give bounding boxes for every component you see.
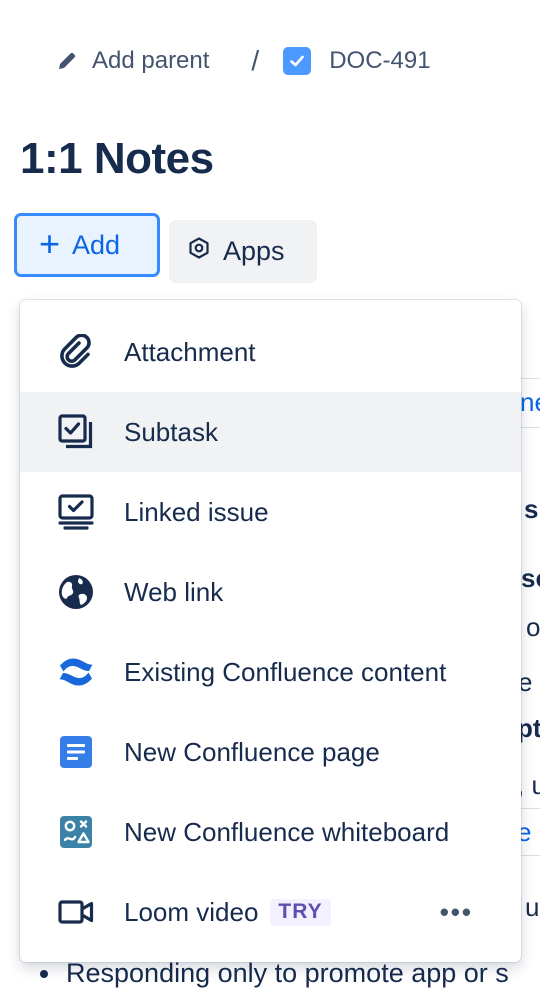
add-parent-label: Add parent [92, 47, 210, 74]
menu-item-label: New Confluence whiteboard [124, 816, 450, 847]
add-dropdown-menu: Attachment Subtask Linked issue Web link… [20, 300, 521, 962]
issue-key: DOC-491 [329, 47, 431, 74]
more-options-button[interactable]: ••• [440, 899, 473, 925]
globe-icon [56, 572, 96, 612]
menu-item-label: New Confluence page [124, 736, 380, 767]
background-text: ui [525, 892, 540, 922]
add-button-label: Add [72, 229, 121, 260]
background-text: so [521, 563, 540, 593]
add-button[interactable]: + Add [14, 213, 160, 277]
try-badge: TRY [270, 898, 331, 926]
apps-button[interactable]: Apps [169, 220, 317, 283]
menu-item-attachment[interactable]: Attachment [20, 312, 521, 392]
menu-item-label: Loom video TRY [124, 897, 331, 928]
subtask-icon [56, 412, 96, 452]
confluence-whiteboard-icon [56, 812, 96, 852]
menu-item-existing-confluence-content[interactable]: Existing Confluence content [20, 632, 521, 712]
paperclip-icon [56, 332, 96, 372]
menu-item-label: Web link [124, 576, 224, 607]
menu-item-new-confluence-page[interactable]: New Confluence page [20, 712, 521, 792]
menu-item-linked-issue[interactable]: Linked issue [20, 472, 521, 552]
background-bullet-item: Responding only to promote app or s [40, 958, 509, 989]
add-parent-link[interactable]: Add parent [56, 47, 209, 75]
video-camera-icon [56, 892, 96, 932]
menu-item-web-link[interactable]: Web link [20, 552, 521, 632]
issue-key-link[interactable]: DOC-491 [283, 47, 431, 75]
apps-icon [187, 236, 223, 267]
bullet-text: Responding only to promote app or s [66, 958, 509, 988]
page-title: 1:1 Notes [20, 134, 214, 183]
pencil-icon [56, 50, 78, 72]
plus-icon: + [39, 222, 61, 264]
breadcrumb: Add parent / DOC-491 [56, 40, 431, 82]
menu-item-loom-video[interactable]: Loom video TRY ••• [20, 872, 521, 952]
menu-item-label: Attachment [124, 336, 256, 367]
menu-item-subtask[interactable]: Subtask [20, 392, 521, 472]
menu-item-label: Subtask [124, 416, 218, 447]
apps-button-label: Apps [223, 236, 285, 266]
task-checkbox-icon [283, 47, 312, 75]
background-text: ne [520, 387, 540, 417]
confluence-icon [56, 652, 96, 692]
background-text: s [524, 494, 539, 524]
confluence-page-icon [56, 732, 96, 772]
background-text: o [526, 612, 540, 642]
menu-item-label: Linked issue [124, 496, 269, 527]
breadcrumb-separator: / [251, 45, 260, 76]
menu-item-new-confluence-whiteboard[interactable]: New Confluence whiteboard [20, 792, 521, 872]
loom-video-label: Loom video [124, 896, 259, 927]
linked-issue-icon [56, 492, 96, 532]
menu-item-label: Existing Confluence content [124, 656, 447, 687]
bullet-dot [40, 969, 48, 978]
